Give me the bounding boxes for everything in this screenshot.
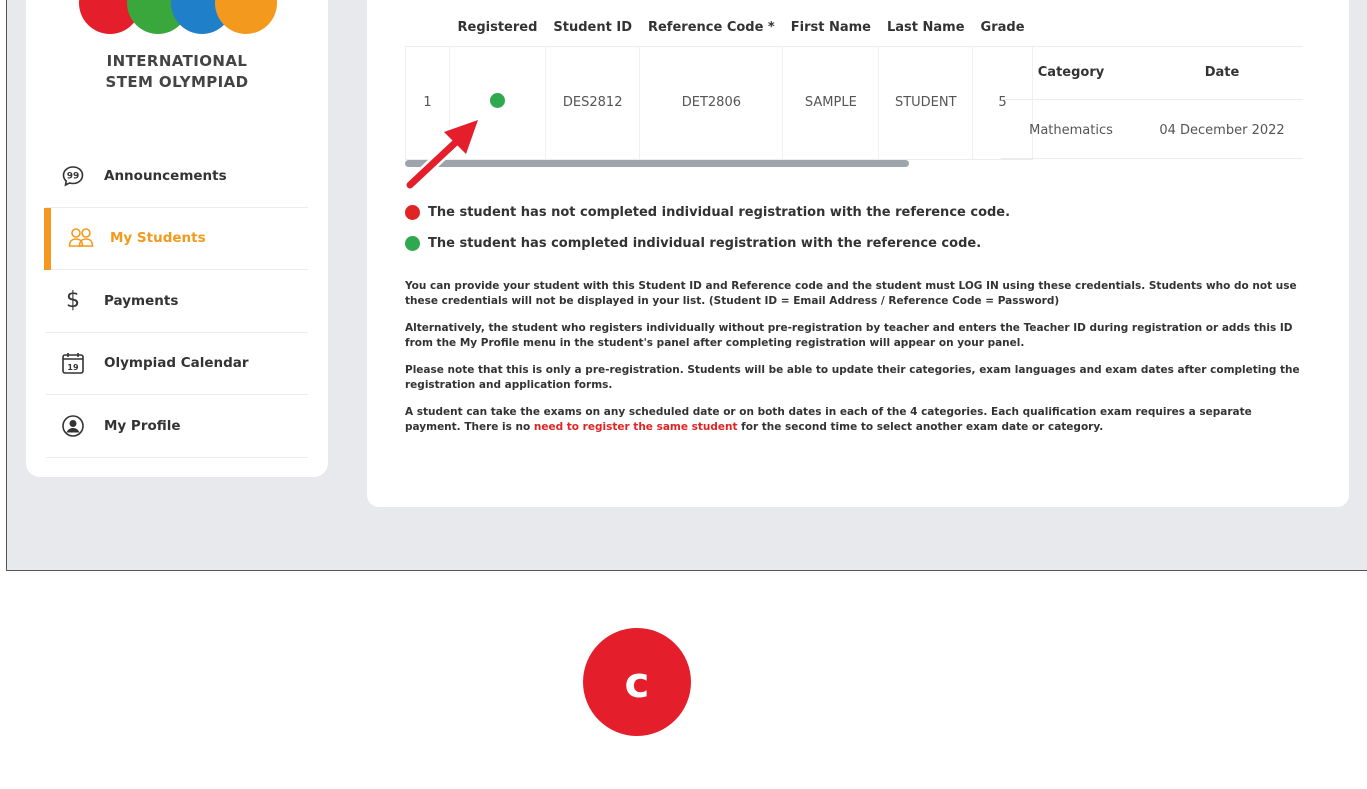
sidebar-item-my-profile[interactable]: My Profile [46, 395, 308, 458]
column-header: Reference Code * [647, 20, 775, 36]
status-green-dot [489, 93, 505, 108]
info-paragraph-2: Alternatively, the student who registers… [405, 322, 1293, 349]
last-name-cell: STUDENT [878, 45, 974, 160]
calendar-icon: 19 [60, 350, 86, 376]
profile-icon [60, 413, 86, 439]
sidebar-item-label: My Students [110, 230, 206, 247]
dollar-icon: $ [66, 288, 80, 314]
date-cell: 04 December 2022 [1141, 99, 1303, 160]
reference-code-cell: DET2806 [639, 45, 784, 160]
legend-not-completed: The student has not completed individual… [405, 205, 1010, 220]
column-header: Last Name [886, 20, 965, 36]
sidebar-item-announcements[interactable]: 99 Announcements [46, 145, 308, 208]
column-header: Grade [980, 20, 1025, 36]
active-indicator [44, 207, 51, 270]
legend-text: The student has not completed individual… [428, 205, 1011, 220]
info-paragraph-1: You can provide your student with this S… [405, 280, 1297, 307]
legend-text: The student has completed individual reg… [428, 236, 982, 251]
sidebar-item-label: Payments [104, 292, 179, 309]
category-header: Category [1037, 65, 1105, 80]
date-header: Date [1204, 65, 1240, 80]
info-paragraph-3: Please note that this is only a pre-regi… [405, 364, 1300, 391]
brand-line-2: STEM OLYMPIAD [105, 73, 249, 91]
first-name-cell: SAMPLE [782, 45, 880, 160]
highlighted-text: need to register the same student [533, 421, 738, 433]
sidebar-item-payments[interactable]: $ Payments [46, 270, 308, 333]
svg-text:99: 99 [67, 171, 80, 181]
speech-bubble-icon: 99 [60, 163, 86, 189]
brand-line-1: INTERNATIONAL [106, 52, 248, 70]
app-screen: INTERNATIONAL STEM OLYMPIAD 99 Announcem… [6, 0, 1367, 571]
students-panel: Registered Student ID Reference Code * F… [367, 0, 1349, 507]
sidebar-item-label: My Profile [104, 417, 181, 434]
column-header: Registered [457, 20, 538, 36]
olympiad-logo [71, 0, 277, 38]
index-header [406, 10, 450, 46]
sidebar-item-my-students[interactable]: My Students [44, 207, 308, 270]
column-header: First Name [790, 20, 871, 36]
logo-math-circle [215, 0, 277, 34]
sidebar-item-label: Announcements [104, 167, 227, 184]
svg-text:19: 19 [67, 363, 79, 372]
students-icon [68, 225, 94, 251]
step-badge: c [583, 628, 691, 736]
annotation-arrow-icon [404, 117, 481, 191]
category-cell: Mathematics [1001, 99, 1141, 160]
student-id-cell: DES2812 [545, 45, 641, 160]
legend-completed: The student has completed individual reg… [405, 236, 981, 251]
sidebar-nav: 99 Announcements My Students $ Payments … [26, 145, 328, 458]
red-dot-icon [405, 205, 420, 220]
sidebar: INTERNATIONAL STEM OLYMPIAD 99 Announcem… [26, 0, 328, 477]
students-table: Registered Student ID Reference Code * F… [405, 10, 1034, 160]
column-header: Student ID [553, 20, 632, 36]
table-row[interactable]: 1 DES2812 DET2806 SAMPLE STUDENT 5 [405, 45, 1034, 160]
sidebar-item-label: Olympiad Calendar [104, 355, 249, 372]
sidebar-item-olympiad-calendar[interactable]: 19 Olympiad Calendar [46, 333, 308, 395]
info-paragraph-4: A student can take the exams on any sche… [405, 405, 1305, 435]
exam-subtable: Category Date Mathematics 04 December 20… [1001, 46, 1303, 159]
green-dot-icon [405, 236, 420, 251]
paragraph-text: for the second time to select another ex… [737, 421, 1104, 433]
